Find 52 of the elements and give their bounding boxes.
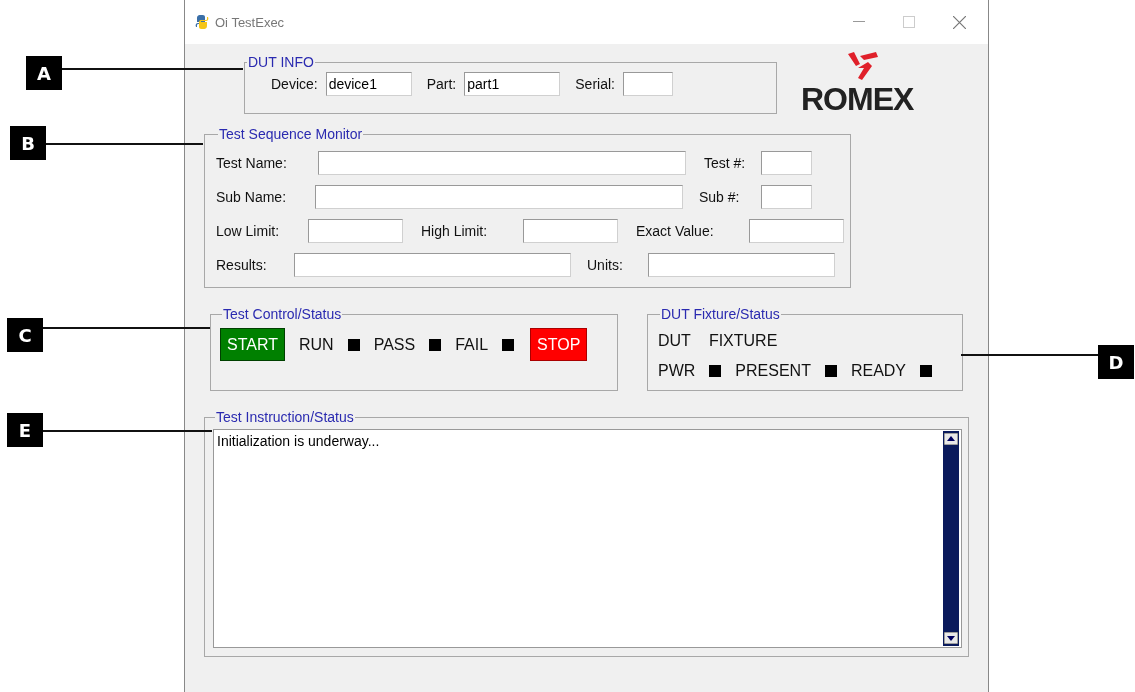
indicator-label: PASS <box>373 335 416 354</box>
column-header: DUT <box>658 332 691 350</box>
field-label: Serial: <box>575 76 615 92</box>
callout-label: D <box>1098 345 1134 379</box>
group-title: DUT Fixture/Status <box>660 306 781 322</box>
text-field[interactable] <box>523 219 618 243</box>
python-logo-icon <box>195 14 209 30</box>
status-message: Initialization is underway... <box>217 433 380 449</box>
text-field[interactable]: part1 <box>464 72 561 96</box>
minimize-icon[interactable] <box>853 21 865 23</box>
indicator-label: RUN <box>298 335 334 354</box>
text-field[interactable]: device1 <box>325 72 412 96</box>
group-title: DUT INFO <box>247 54 315 70</box>
callout-label: E <box>7 413 43 447</box>
group-title: Test Control/Status <box>222 306 343 322</box>
field-label: Device: <box>271 76 318 92</box>
start-button[interactable]: START <box>220 328 285 361</box>
text-field[interactable] <box>761 185 812 209</box>
field-label: Sub #: <box>699 189 741 205</box>
text-field[interactable] <box>648 253 835 277</box>
text-field[interactable] <box>315 185 683 209</box>
window-title: Oi TestExec <box>215 14 285 30</box>
field-label: Low Limit: <box>216 223 281 239</box>
indicator-label: READY <box>850 362 907 380</box>
close-icon[interactable] <box>953 15 966 29</box>
callout-label: A <box>26 56 62 90</box>
text-field[interactable] <box>761 151 812 175</box>
indicator-label: PWR <box>658 362 696 380</box>
text-field[interactable] <box>622 72 673 96</box>
field-label: High Limit: <box>421 223 489 239</box>
field-label: Exact Value: <box>636 223 715 239</box>
callout-label: B <box>10 126 46 160</box>
field-label: Test Name: <box>216 155 288 171</box>
indicator-label: PRESENT <box>735 362 811 380</box>
callout-label: C <box>7 318 43 352</box>
text-field[interactable] <box>294 253 571 277</box>
maximize-icon[interactable] <box>903 16 915 28</box>
stop-button[interactable]: STOP <box>530 328 588 361</box>
scroll-bar[interactable] <box>943 431 959 646</box>
company-logo: ROMEX <box>801 50 914 114</box>
field-label: Sub Name: <box>216 189 288 205</box>
indicator-label: FAIL <box>455 335 489 354</box>
group-title: Test Instruction/Status <box>215 409 355 425</box>
field-label: Part: <box>426 76 457 92</box>
column-header: FIXTURE <box>708 332 778 350</box>
text-field[interactable] <box>749 219 844 243</box>
text-field[interactable] <box>318 151 686 175</box>
text-field[interactable] <box>308 219 403 243</box>
group-title: Test Sequence Monitor <box>218 126 364 142</box>
field-label: Test #: <box>704 155 747 171</box>
field-label: Units: <box>587 257 624 273</box>
field-label: Results: <box>216 257 268 273</box>
